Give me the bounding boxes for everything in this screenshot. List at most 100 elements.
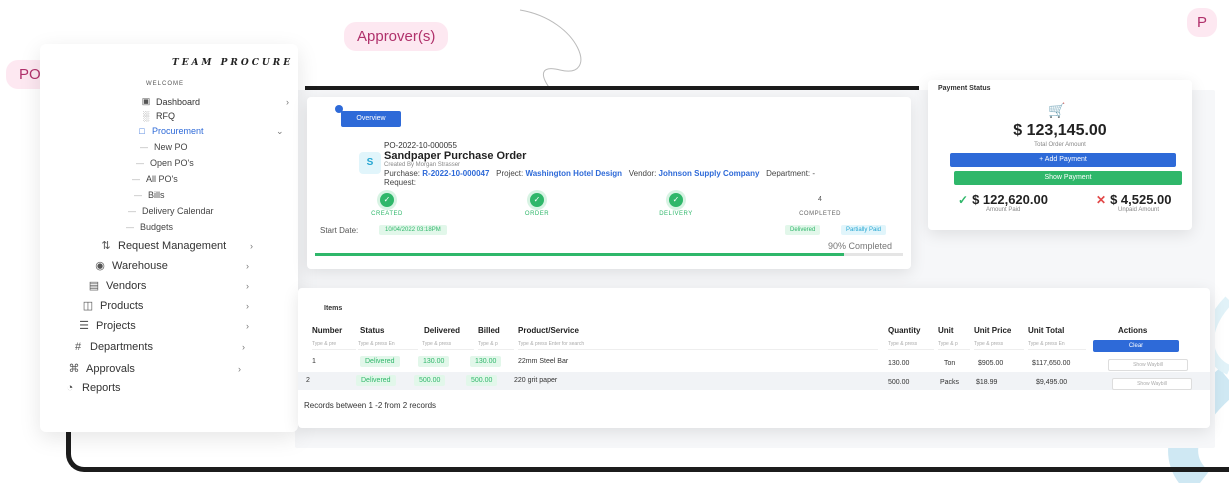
department-label: Department: - <box>766 169 816 178</box>
amount-paid-label: Amount Paid <box>986 207 1021 213</box>
vendor-link[interactable]: Johnson Supply Company <box>659 169 760 178</box>
chevron-right-icon: › <box>250 240 253 251</box>
dashboard-icon: ▣ <box>141 96 151 106</box>
chart-icon: ░ <box>142 111 150 121</box>
sidebar-item-dashboard[interactable]: ▣ Dashboard › <box>140 96 289 107</box>
completion-percent: 90% Completed <box>828 241 893 251</box>
show-payment-button[interactable]: Show Payment <box>954 171 1182 185</box>
table-cell: 500.00 <box>888 379 910 386</box>
chevron-right-icon: › <box>238 363 241 374</box>
chevron-right-icon: › <box>242 342 245 352</box>
sidebar-item-label: Projects <box>96 319 136 332</box>
sidebar-item-new-po[interactable]: — New PO <box>140 142 188 152</box>
chevron-down-icon: ⌄ <box>276 125 284 136</box>
payment-status-header: Payment Status <box>938 85 991 92</box>
filter-input[interactable]: Type & press <box>422 341 474 350</box>
column-header: Billed <box>478 326 500 335</box>
sidebar-item-bills[interactable]: — Bills <box>134 190 165 200</box>
tab-overview[interactable]: Overview <box>341 111 401 127</box>
sidebar-item-label: Dashboard <box>156 96 201 107</box>
sidebar-item-delivery-calendar[interactable]: — Delivery Calendar <box>128 206 214 216</box>
add-payment-button[interactable]: + Add Payment <box>950 153 1176 167</box>
sidebar-item-request-management[interactable]: ⇅ Request Management › <box>98 239 253 253</box>
project-link[interactable]: Washington Hotel Design <box>525 169 622 178</box>
table-cell: 2 <box>306 377 310 384</box>
sidebar-item-procurement[interactable]: □ Procurement ⌄ <box>136 126 283 137</box>
progress-bar <box>315 253 903 256</box>
step-label: DELIVERY <box>659 211 693 217</box>
show-waybill-button[interactable]: Show Waybill <box>1108 359 1188 371</box>
column-header: Status <box>360 326 385 335</box>
sidebar-item-budgets[interactable]: — Budgets <box>126 222 173 232</box>
request-label: Request: <box>384 178 417 187</box>
status-badge: Delivered <box>360 356 400 367</box>
show-waybill-button[interactable]: Show Waybill <box>1112 378 1192 390</box>
filter-input[interactable]: Type & press <box>974 341 1024 350</box>
partial-tag: P <box>1187 8 1218 37</box>
sidebar-item-open-pos[interactable]: — Open PO's <box>136 158 194 168</box>
column-header: Quantity <box>888 326 921 335</box>
hash-icon: # <box>74 341 82 353</box>
sidebar-item-approvals[interactable]: ⌘ Approvals › <box>66 362 242 376</box>
sidebar-item-vendors[interactable]: ▤ Vendors › <box>86 279 249 293</box>
purchase-link[interactable]: R-2022-10-000047 <box>422 169 489 178</box>
sidebar-item-label: Request Management <box>118 239 227 252</box>
dash-icon: — <box>134 190 142 200</box>
status-badge-delivered: Delivered <box>785 225 821 235</box>
dash-icon: — <box>128 206 136 216</box>
chevron-right-icon: › <box>246 260 249 271</box>
column-header: Unit <box>938 326 954 335</box>
progress-fill <box>315 253 845 256</box>
sidebar-item-label: Approvals <box>86 362 135 375</box>
sidebar-item-warehouse[interactable]: ◉ Warehouse › <box>92 259 249 273</box>
filter-input[interactable]: Type & press En <box>1028 341 1086 350</box>
close-icon: ✕ <box>1096 193 1107 207</box>
chevron-right-icon: › <box>246 300 249 311</box>
filter-input[interactable]: Type & press <box>888 341 934 350</box>
sidebar-item-label: Bills <box>148 190 165 200</box>
records-summary: Records between 1 -2 from 2 records <box>304 401 437 410</box>
sidebar-item-products[interactable]: ◫ Products › <box>80 299 249 313</box>
sidebar-item-reports[interactable]: ◔ Reports <box>62 382 121 394</box>
chevron-right-icon: › <box>246 320 249 331</box>
sidebar-item-label: New PO <box>154 142 188 152</box>
filter-input[interactable]: Type & p <box>478 341 514 350</box>
projects-icon: ☰ <box>79 320 89 332</box>
po-details-line: Purchase: R-2022-10-000047 Project: Wash… <box>384 169 815 178</box>
unpaid-amount-value: $ 4,525.00 <box>1110 192 1172 207</box>
clear-button[interactable]: Clear <box>1093 340 1179 352</box>
column-header: Actions <box>1118 326 1148 335</box>
warehouse-icon: ◉ <box>95 260 105 272</box>
step-delivery: ✓ DELIVERY <box>641 193 711 217</box>
table-cell: 1 <box>312 358 316 365</box>
filter-input[interactable]: Type & pre <box>312 341 356 350</box>
page-title: Sandpaper Purchase Order <box>384 150 527 162</box>
sidebar-item-label: RFQ <box>156 111 175 121</box>
items-header: Items <box>324 305 343 312</box>
project-label: Project: <box>496 169 524 178</box>
items-card: Items Number Status Delivered Billed Pro… <box>298 288 1210 428</box>
sidebar-item-label: Reports <box>82 382 121 394</box>
sidebar-item-projects[interactable]: ☰ Projects › <box>76 319 249 333</box>
sidebar-item-label: Departments <box>90 341 153 353</box>
step-label: COMPLETED <box>799 211 841 217</box>
po-number: PO-2022-10-000055 <box>384 141 457 150</box>
dash-icon: — <box>136 158 144 168</box>
unpaid-amount-label: Unpaid Amount <box>1118 207 1160 213</box>
filter-input[interactable]: Type & p <box>938 341 970 350</box>
filter-input[interactable]: Type & press En <box>358 341 418 350</box>
sidebar-item-rfq[interactable]: ░ RFQ <box>140 111 175 121</box>
sidebar-item-all-pos[interactable]: — All PO's <box>132 174 178 184</box>
check-icon: ✓ <box>530 193 544 207</box>
sidebar-item-label: Products <box>100 299 144 312</box>
sidebar-item-departments[interactable]: # Departments › <box>70 341 245 353</box>
step-label: CREATED <box>371 211 403 217</box>
welcome-label: WELCOME <box>146 81 185 87</box>
table-cell: $117,650.00 <box>1032 360 1071 367</box>
check-icon: ✓ <box>669 193 683 207</box>
brand-logo: TEAM PROCURE <box>172 58 294 68</box>
dash-icon: — <box>140 142 148 152</box>
filter-input[interactable]: Type & press Enter for search <box>518 341 878 350</box>
step-order: ✓ ORDER <box>502 193 572 217</box>
approvals-icon: ⌘ <box>68 363 80 375</box>
